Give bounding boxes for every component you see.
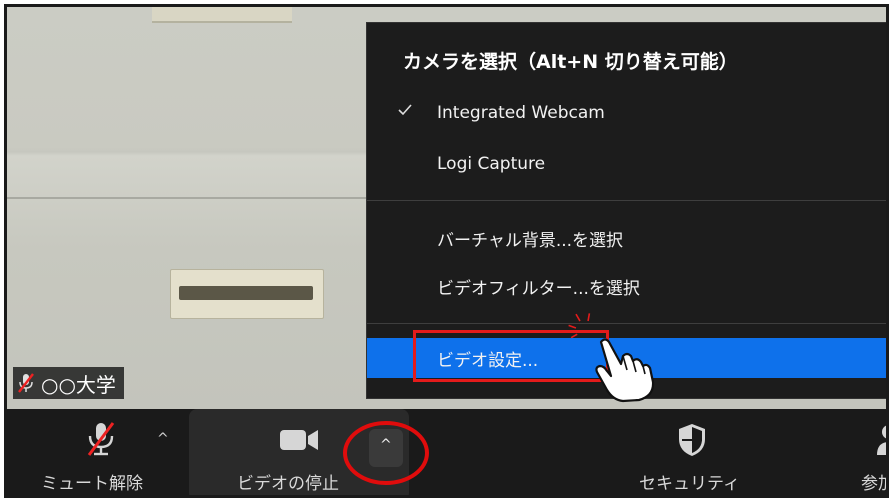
security-button[interactable]: セキュリティ (607, 409, 787, 495)
menu-item-label: バーチャル背景...を選択 (437, 230, 624, 251)
drawer-handle-top (152, 7, 292, 23)
menu-header: カメラを選択（Alt+N 切り替え可能） (403, 51, 738, 73)
chevron-up-icon[interactable]: ^ (157, 431, 169, 447)
pointing-hand-cursor-icon (587, 334, 659, 404)
shield-icon (677, 423, 707, 462)
drawer-handle (170, 269, 324, 319)
check-icon (397, 102, 413, 118)
participant-name-tag: ○○大学 (13, 367, 124, 399)
mic-muted-icon (17, 372, 35, 394)
menu-item-label: Logi Capture (437, 154, 546, 174)
menu-divider (367, 200, 886, 201)
unmute-button[interactable]: ^ ミュート解除 (7, 409, 187, 495)
menu-item-integrated-webcam[interactable]: Integrated Webcam (367, 93, 886, 133)
mic-muted-icon (85, 421, 117, 462)
unmute-label: ミュート解除 (41, 474, 143, 494)
meeting-toolbar: ^ ミュート解除 ビデオの停止 ^ セキュリティ 参 (7, 409, 886, 495)
zoom-window: ○○大学 カメラを選択（Alt+N 切り替え可能） Integrated Web… (4, 4, 889, 498)
drawer-divider (7, 197, 407, 199)
stop-video-label: ビデオの停止 (237, 474, 339, 494)
menu-item-logi-capture[interactable]: Logi Capture (367, 144, 886, 184)
participants-button[interactable]: 参加 (847, 409, 886, 495)
annotation-circle (343, 421, 429, 485)
menu-item-label: Integrated Webcam (437, 103, 605, 123)
video-camera-icon (279, 427, 319, 458)
participant-name: ○○大学 (41, 372, 116, 397)
menu-divider (367, 323, 886, 324)
participants-label: 参加 (861, 474, 886, 494)
menu-item-video-filter[interactable]: ビデオフィルター...を選択 (367, 266, 886, 306)
menu-item-virtual-background[interactable]: バーチャル背景...を選択 (367, 218, 886, 258)
stop-video-button[interactable]: ビデオの停止 (189, 409, 369, 495)
menu-item-label: ビデオフィルター...を選択 (437, 278, 640, 299)
participants-icon (877, 423, 886, 462)
security-label: セキュリティ (639, 474, 740, 494)
